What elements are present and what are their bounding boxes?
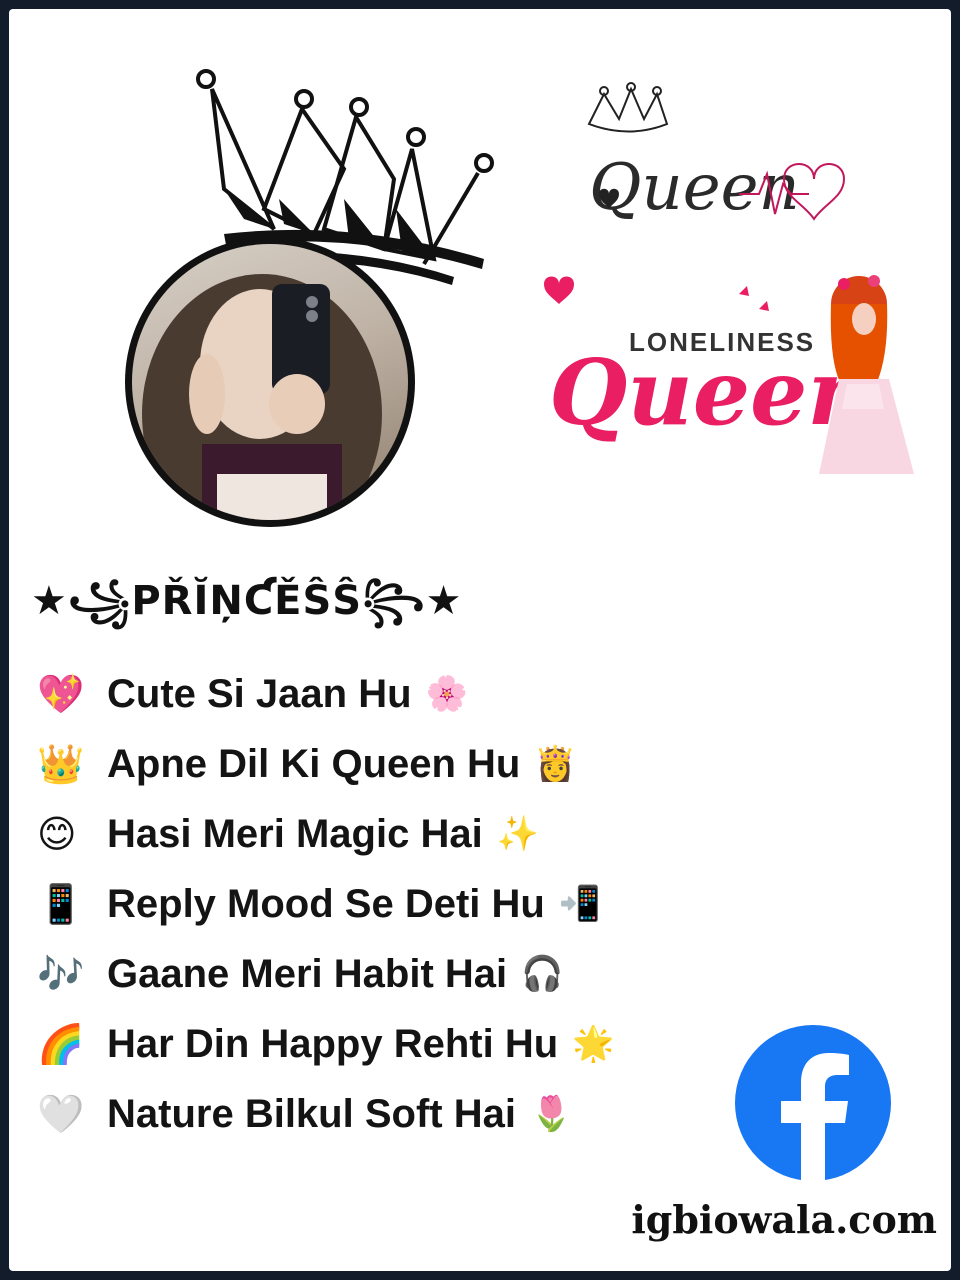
bio-text: Cute Si Jaan Hu bbox=[107, 671, 412, 716]
bio-line: 🌈 Har Din Happy Rehti Hu 🌟 bbox=[37, 1009, 615, 1079]
bio-emoji-trail: 📲 bbox=[558, 884, 602, 924]
svg-text:Queen: Queen bbox=[589, 151, 800, 225]
bio-text: Gaane Meri Habit Hai bbox=[107, 951, 508, 996]
queen-logo: Queen bbox=[587, 82, 846, 225]
bio-text: Har Din Happy Rehti Hu bbox=[107, 1021, 559, 1066]
bio-list: 💖 Cute Si Jaan Hu 🌸 👑 Apne Dil Ki Queen Hu 👸 😊… bbox=[37, 659, 615, 1149]
bio-emoji-lead: 💖 bbox=[37, 671, 85, 716]
bio-emoji-lead: 😊 bbox=[37, 812, 77, 856]
bio-text: Nature Bilkul Soft Hai bbox=[107, 1091, 516, 1136]
site-watermark: igbiowala.com bbox=[631, 1197, 937, 1242]
avatar bbox=[125, 237, 415, 527]
bio-emoji-trail: 🌟 bbox=[572, 1024, 615, 1064]
bio-emoji-trail: ✨ bbox=[496, 814, 540, 854]
facebook-icon bbox=[735, 1025, 891, 1183]
avatar-photo bbox=[132, 244, 408, 520]
bio-line: 📱 Reply Mood Se Deti Hu 📲 bbox=[37, 869, 615, 939]
bio-emoji-trail: 🌷 bbox=[529, 1094, 573, 1134]
bio-card: Queen LONELINESS Queen ★꧁PŘĬŅƇĚŜŜ꧂★ 💖 Cut… bbox=[9, 9, 951, 1271]
bio-emoji-trail: 🎧 bbox=[521, 954, 564, 994]
bio-line: 😊 Hasi Meri Magic Hai ✨ bbox=[37, 799, 615, 869]
bio-line: 💖 Cute Si Jaan Hu 🌸 bbox=[37, 659, 615, 729]
bio-line: 👑 Apne Dil Ki Queen Hu 👸 bbox=[37, 729, 615, 799]
bio-line: 🎶 Gaane Meri Habit Hai 🎧 bbox=[37, 939, 615, 1009]
bio-line: 🤍 Nature Bilkul Soft Hai 🌷 bbox=[37, 1079, 615, 1149]
bio-text: Apne Dil Ki Queen Hu bbox=[107, 741, 521, 786]
profile-title: ★꧁PŘĬŅƇĚŜŜ꧂★ bbox=[31, 578, 463, 624]
bio-emoji-lead: 🎶 bbox=[37, 951, 85, 996]
bio-emoji-lead: 👑 bbox=[37, 741, 85, 786]
loneliness-queen-logo: LONELINESS Queen bbox=[544, 275, 914, 474]
bio-emoji-lead: 🌈 bbox=[37, 1021, 85, 1066]
bio-emoji-lead: 🤍 bbox=[37, 1091, 85, 1136]
svg-text:Queen: Queen bbox=[549, 340, 873, 446]
bio-emoji-trail: 👸 bbox=[534, 744, 577, 784]
bio-emoji-trail: 🌸 bbox=[425, 674, 468, 714]
bio-emoji-lead: 📱 bbox=[37, 881, 85, 926]
bio-text: Hasi Meri Magic Hai bbox=[107, 811, 483, 856]
bio-text: Reply Mood Se Deti Hu bbox=[107, 881, 545, 926]
